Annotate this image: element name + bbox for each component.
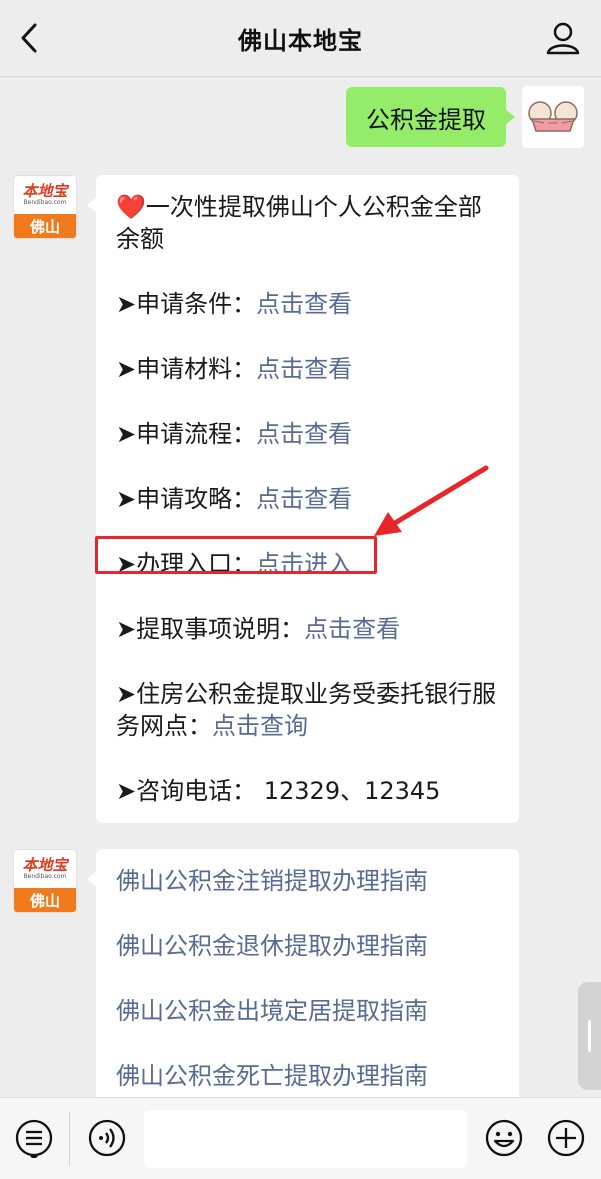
user-message-bubble[interactable]: 公积金提取 [346, 87, 515, 147]
bot-avatar[interactable]: 本地宝 Bendibao.com 佛山 [13, 175, 77, 239]
list-item: ➤申请流程：点击查看 [116, 420, 353, 448]
bot-avatar[interactable]: 本地宝 Bendibao.com 佛山 [13, 849, 77, 913]
brand-url: Bendibao.com [23, 199, 67, 206]
brand-url: Bendibao.com [23, 873, 67, 880]
list-menu-icon[interactable] [14, 1118, 54, 1158]
list-item: ➤申请材料：点击查看 [116, 355, 353, 383]
chat-header: 佛山本地宝 [0, 0, 601, 77]
brand-logo-text: 本地宝 [22, 182, 68, 200]
plus-icon[interactable] [546, 1118, 586, 1158]
toolbar-divider [69, 1112, 70, 1166]
scrollbar-handle[interactable] [578, 982, 601, 1090]
input-toolbar [0, 1097, 601, 1179]
chevron-left-icon [21, 23, 37, 53]
person-icon [546, 22, 580, 55]
brand-logo-text: 本地宝 [22, 856, 68, 874]
bot-message-bubble: 佛山公积金注销提取办理指南 佛山公积金退休提取办理指南 佛山公积金出境定居提取指… [87, 849, 519, 1109]
highlight-box [95, 536, 377, 574]
view-notes-link[interactable]: 点击查看 [304, 615, 400, 643]
list-item: ➤提取事项说明：点击查看 [116, 615, 401, 643]
list-item: ➤住房公积金提取业务受委托银行服务网点：点击查询 [116, 680, 497, 740]
message-input[interactable] [144, 1110, 467, 1168]
profile-button[interactable] [545, 20, 581, 56]
emigrate-withdraw-guide-link[interactable]: 佛山公积金出境定居提取指南 [116, 995, 505, 1027]
voice-icon[interactable] [87, 1118, 127, 1158]
user-avatar[interactable] [522, 86, 584, 148]
hotline-text: ➤咨询电话： 12329、12345 [116, 777, 441, 805]
brand-city: 佛山 [14, 888, 76, 912]
back-button[interactable] [14, 22, 44, 54]
brand-city: 佛山 [14, 214, 76, 238]
query-bank-link[interactable]: 点击查询 [212, 712, 308, 740]
page-title: 佛山本地宝 [238, 26, 363, 55]
list-item: ➤申请条件：点击查看 [116, 290, 353, 318]
death-withdraw-guide-link[interactable]: 佛山公积金死亡提取办理指南 [116, 1060, 505, 1092]
heart-icon: ❤️ [116, 193, 146, 221]
cancel-withdraw-guide-link[interactable]: 佛山公积金注销提取办理指南 [116, 865, 505, 897]
emoji-icon[interactable] [484, 1118, 524, 1158]
view-process-link[interactable]: 点击查看 [256, 420, 352, 448]
view-materials-link[interactable]: 点击查看 [256, 355, 352, 383]
retire-withdraw-guide-link[interactable]: 佛山公积金退休提取办理指南 [116, 930, 505, 962]
view-guide-link[interactable]: 点击查看 [256, 485, 352, 513]
view-conditions-link[interactable]: 点击查看 [256, 290, 352, 318]
cartoon-avatar-icon [528, 101, 578, 132]
red-arrow-icon [374, 465, 489, 536]
message-heading: ❤️一次性提取佛山个人公积金全部余额 [116, 193, 482, 253]
